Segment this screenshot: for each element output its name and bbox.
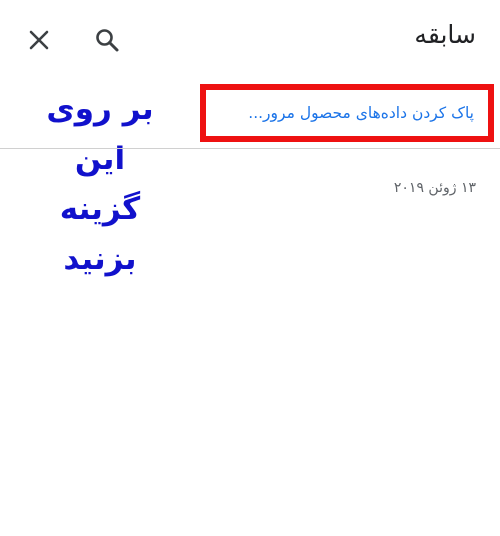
search-icon: [96, 29, 119, 52]
close-button[interactable]: [21, 22, 57, 58]
clear-browsing-data-link[interactable]: پاک کردن داده‌های محصول مرور...: [200, 84, 494, 142]
annotation-line-2: گزینه بزنید: [59, 191, 141, 277]
top-app-bar: سابقه: [0, 0, 500, 80]
page-title: سابقه: [414, 20, 476, 49]
search-button[interactable]: [89, 22, 125, 58]
tutorial-annotation: بر روی این گزینه بزنید: [30, 84, 170, 284]
history-date-header: ۱۳ ژوئن ۲۰۱۹: [393, 180, 476, 196]
close-icon: [29, 30, 49, 50]
divider: [0, 148, 500, 149]
annotation-line-1: بر روی این: [46, 91, 154, 177]
